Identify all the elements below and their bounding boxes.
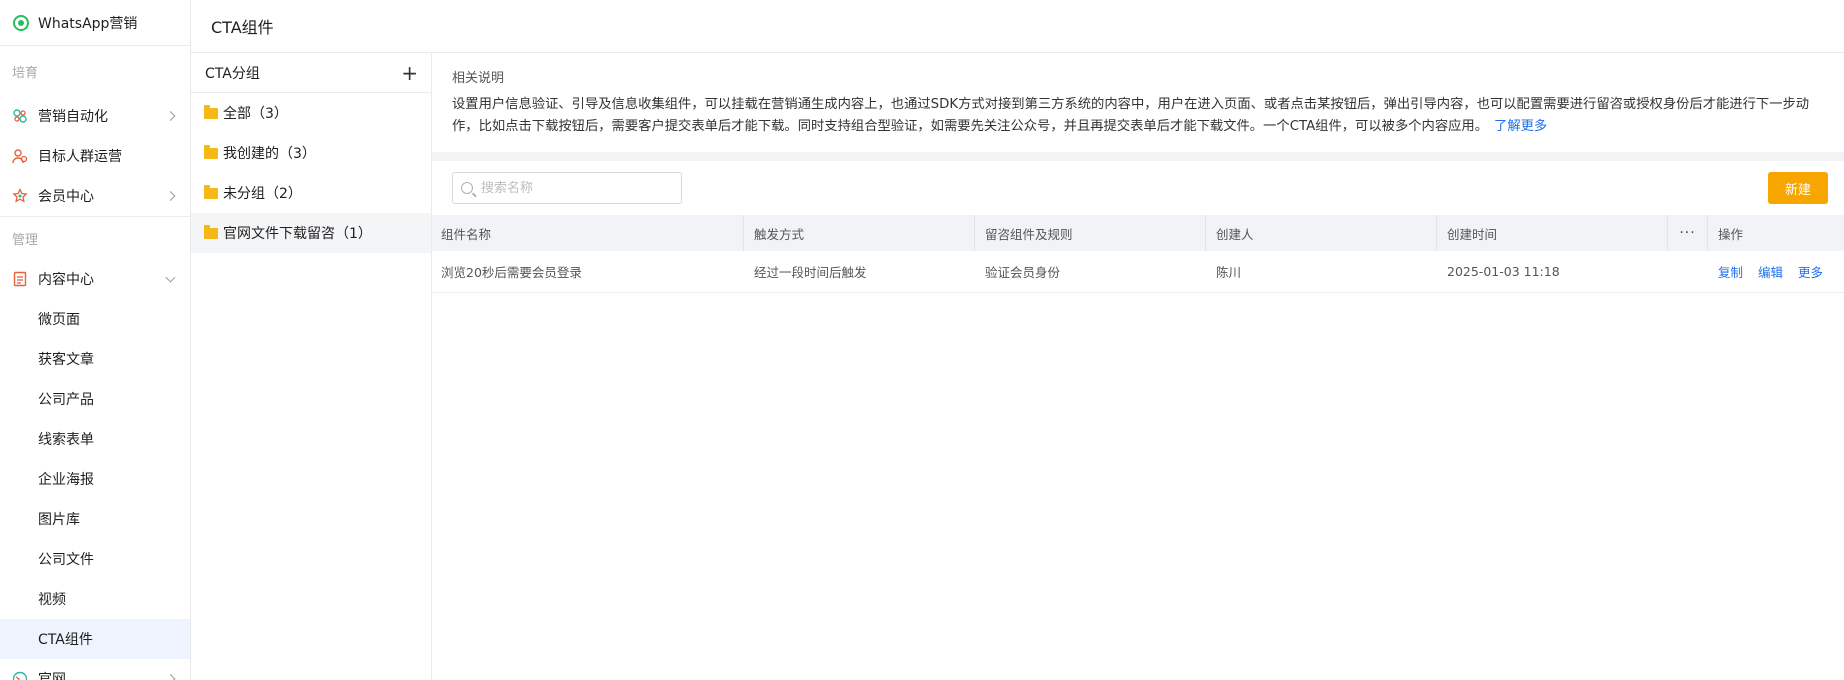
app-root: WhatsApp营销 培育 营销自动化 目标人群运营 会员中心 管理 内容中心 …: [0, 0, 1844, 680]
sidebar-item-audience[interactable]: 目标人群运营: [0, 136, 190, 176]
group-panel-title: CTA分组: [205, 65, 260, 82]
group-item-all[interactable]: 全部（3）: [191, 93, 431, 133]
chevron-right-icon: [165, 674, 176, 680]
sidebar-item-automation[interactable]: 营销自动化: [0, 96, 190, 136]
col-header-creator[interactable]: 创建人: [1206, 215, 1437, 251]
sidebar-sub-item-articles[interactable]: 获客文章: [0, 339, 190, 379]
folder-icon: [204, 104, 218, 119]
cell-rule: 验证会员身份: [985, 265, 1061, 280]
cta-panel: 相关说明 设置用户信息验证、引导及信息收集组件，可以挂载在营销通生成内容上，也通…: [432, 53, 1844, 680]
cell-created: 2025-01-03 11:18: [1447, 264, 1560, 279]
sub-item-label: 公司文件: [38, 552, 94, 568]
group-item-mine[interactable]: 我创建的（3）: [191, 133, 431, 173]
cell-creator: 陈川: [1216, 265, 1242, 280]
sidebar-item-content-center[interactable]: 内容中心: [0, 259, 190, 299]
col-header-trigger[interactable]: 触发方式: [744, 215, 975, 251]
chevron-down-icon: [165, 272, 176, 283]
sidebar-sub-item-products[interactable]: 公司产品: [0, 379, 190, 419]
search-input[interactable]: [481, 180, 671, 196]
section-label-nurture: 培育: [12, 65, 39, 81]
sidebar-sub-item-micropage[interactable]: 微页面: [0, 299, 190, 339]
col-header-name[interactable]: 组件名称: [432, 215, 744, 251]
folder-icon: [204, 184, 218, 199]
folder-icon: [204, 144, 218, 159]
search-icon: [461, 182, 473, 194]
sidebar-item-label: 会员中心: [38, 189, 94, 205]
audience-icon: [12, 148, 28, 164]
cell-trigger: 经过一段时间后触发: [754, 265, 867, 280]
sub-item-label: 微页面: [38, 312, 80, 328]
description-text: 设置用户信息验证、引导及信息收集组件，可以挂载在营销通生成内容上，也通过SDK方…: [452, 94, 1827, 138]
sub-item-label: 公司产品: [38, 392, 94, 408]
table-row: 浏览20秒后需要会员登录 经过一段时间后触发 验证会员身份 陈川 2025-01…: [432, 251, 1844, 293]
sub-item-label: CTA组件: [38, 632, 93, 648]
content-area: CTA分组 + 全部（3） 我创建的（3） 未分组（2） 官网文件下载留咨（1）…: [191, 53, 1844, 680]
sidebar-item-member[interactable]: 会员中心: [0, 176, 190, 216]
cta-table: 组件名称 触发方式 留咨组件及规则 创建人 创建时间 ··· 操作 浏览20秒后…: [432, 215, 1844, 293]
search-box[interactable]: [452, 172, 682, 204]
edit-button[interactable]: 编辑: [1758, 265, 1783, 280]
sidebar-sub-item-lead-forms[interactable]: 线索表单: [0, 419, 190, 459]
col-header-rule[interactable]: 留咨组件及规则: [975, 215, 1206, 251]
toolbar: 新建: [432, 161, 1844, 215]
chevron-right-icon: [165, 111, 176, 121]
group-item-label: 全部（3）: [223, 106, 288, 122]
new-button[interactable]: 新建: [1768, 172, 1828, 204]
website-icon: [12, 671, 28, 680]
sidebar-brand[interactable]: WhatsApp营销: [0, 0, 190, 46]
learn-more-link[interactable]: 了解更多: [1494, 119, 1547, 134]
description-body: 设置用户信息验证、引导及信息收集组件，可以挂载在营销通生成内容上，也通过SDK方…: [452, 97, 1810, 134]
sidebar-sub-item-posters[interactable]: 企业海报: [0, 459, 190, 499]
group-item-label: 官网文件下载留咨（1）: [223, 226, 372, 242]
group-item-ungrouped[interactable]: 未分组（2）: [191, 173, 431, 213]
content-icon: [12, 271, 28, 287]
sidebar-item-label: 目标人群运营: [38, 149, 122, 165]
main-area: CTA组件 CTA分组 + 全部（3） 我创建的（3） 未分组（2） 官网文件下…: [191, 0, 1844, 680]
group-item-website-download[interactable]: 官网文件下载留咨（1）: [191, 213, 431, 253]
cell-name: 浏览20秒后需要会员登录: [441, 265, 582, 280]
sidebar-sub-item-cta[interactable]: CTA组件: [0, 619, 190, 659]
sidebar-sub-item-files[interactable]: 公司文件: [0, 539, 190, 579]
chevron-right-icon: [165, 191, 176, 201]
sidebar-item-label: 营销自动化: [38, 109, 108, 125]
group-panel-header: CTA分组 +: [191, 53, 431, 93]
description-title: 相关说明: [452, 71, 505, 86]
table-header: 组件名称 触发方式 留咨组件及规则 创建人 创建时间 ··· 操作: [432, 215, 1844, 251]
group-panel: CTA分组 + 全部（3） 我创建的（3） 未分组（2） 官网文件下载留咨（1）: [191, 53, 432, 680]
group-item-label: 我创建的（3）: [223, 146, 316, 162]
page-title: CTA组件: [191, 0, 1844, 53]
more-button[interactable]: 更多: [1798, 265, 1823, 280]
col-header-created[interactable]: 创建时间: [1437, 215, 1668, 251]
cell-actions: 复制 编辑 更多: [1708, 262, 1844, 281]
member-icon: [12, 188, 28, 204]
brand-label: WhatsApp营销: [38, 15, 138, 32]
column-settings-icon[interactable]: ···: [1668, 215, 1708, 251]
copy-button[interactable]: 复制: [1718, 265, 1743, 280]
sub-item-label: 获客文章: [38, 352, 94, 368]
sidebar-item-label: 内容中心: [38, 272, 94, 288]
sub-item-label: 视频: [38, 592, 66, 608]
sidebar-sub-item-videos[interactable]: 视频: [0, 579, 190, 619]
whatsapp-icon: [13, 14, 29, 31]
sidebar-sub-item-gallery[interactable]: 图片库: [0, 499, 190, 539]
sidebar-item-website[interactable]: 官网: [0, 659, 190, 680]
sub-item-label: 图片库: [38, 512, 80, 528]
sidebar: WhatsApp营销 培育 营销自动化 目标人群运营 会员中心 管理 内容中心 …: [0, 0, 191, 680]
section-label-manage: 管理: [12, 232, 39, 248]
sidebar-item-label: 官网: [38, 672, 66, 680]
group-item-label: 未分组（2）: [223, 186, 302, 202]
add-group-icon[interactable]: +: [401, 63, 418, 83]
sub-item-label: 企业海报: [38, 472, 94, 488]
automation-icon: [12, 108, 28, 124]
folder-icon: [204, 224, 218, 239]
description-box: 相关说明 设置用户信息验证、引导及信息收集组件，可以挂载在营销通生成内容上，也通…: [432, 53, 1844, 161]
sub-item-label: 线索表单: [38, 432, 94, 448]
col-header-actions: 操作: [1718, 226, 1744, 242]
